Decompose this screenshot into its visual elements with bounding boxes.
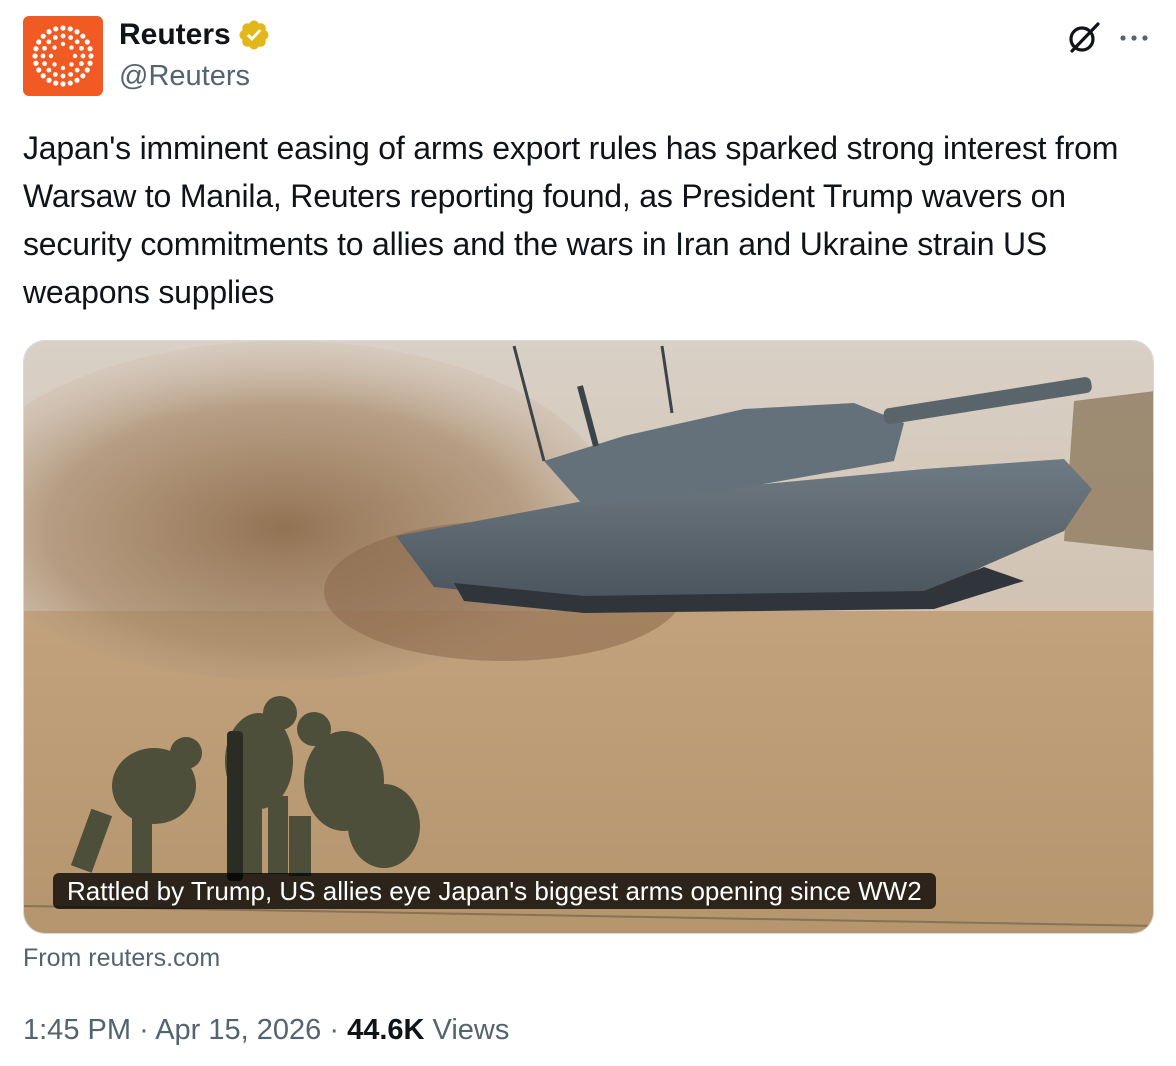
logo-dot [46, 77, 52, 83]
separator: · [329, 1014, 340, 1046]
logo-dot [69, 45, 74, 50]
logo-dot [46, 39, 52, 45]
logo-dot [40, 33, 46, 39]
link-card[interactable]: Rattled by Trump, US allies eye Japan's … [23, 340, 1154, 934]
logo-dot [40, 73, 46, 79]
logo-dot [88, 53, 94, 59]
logo-dot [40, 53, 46, 59]
logo-dot [60, 81, 66, 87]
tweet-text: Japan's imminent easing of arms export r… [23, 130, 1119, 310]
logo-dot [32, 53, 38, 59]
logo-dot [60, 33, 66, 39]
logo-dot [84, 67, 90, 73]
more-dots-icon[interactable] [1114, 20, 1154, 54]
logo-dot [60, 65, 66, 71]
logo-dot [36, 67, 42, 73]
logo-dot [74, 39, 80, 45]
logo-dot [84, 39, 90, 45]
card-image [24, 341, 1153, 933]
logo-dot [42, 61, 47, 67]
logo-dot [52, 62, 57, 67]
avatar[interactable] [23, 16, 103, 96]
logo-dot [52, 72, 58, 77]
logo-dot [36, 39, 42, 45]
logo-dot [67, 80, 73, 86]
gold-verified-badge-icon[interactable] [237, 18, 271, 52]
logo-dot [68, 35, 74, 40]
logo-dot [67, 26, 73, 32]
tweet-time[interactable]: 1:45 PM [23, 1014, 131, 1046]
logo-dot [80, 73, 86, 79]
logo-dot [33, 46, 39, 52]
logo-dot [74, 77, 80, 83]
logo-dot [87, 60, 93, 66]
logo-dot [74, 67, 80, 73]
logo-dot [79, 61, 84, 67]
grok-icon[interactable] [1064, 18, 1104, 58]
card-title: Rattled by Trump, US allies eye Japan's … [53, 873, 936, 909]
logo-dot [80, 33, 86, 39]
logo-dot [52, 35, 58, 40]
logo-dot [60, 73, 66, 79]
logo-dot [48, 53, 54, 59]
logo-dot [53, 26, 59, 32]
logo-dot [80, 53, 86, 59]
logo-dot [46, 29, 52, 35]
logo-dot [72, 53, 78, 59]
logo-dot [79, 45, 84, 51]
logo-dot [42, 45, 47, 51]
logo-dot [68, 72, 74, 77]
logo-dot [60, 25, 66, 31]
reuters-logo-icon [32, 25, 94, 87]
author-handle[interactable]: @Reuters [119, 58, 250, 94]
card-source[interactable]: From reuters.com [23, 940, 220, 976]
logo-dot [69, 62, 74, 67]
logo-dot [87, 46, 93, 52]
author-name-row: Reuters [119, 16, 271, 54]
logo-dot [74, 29, 80, 35]
logo-dot [46, 67, 52, 73]
views-count: 44.6K [347, 1014, 425, 1046]
tweet-date[interactable]: Apr 15, 2026 [155, 1014, 321, 1046]
tweet-metadata: 1:45 PM · Apr 15, 2026 · 44.6K Views [23, 1010, 509, 1050]
separator: · [139, 1014, 149, 1046]
logo-dot [52, 45, 57, 50]
views-label: Views [432, 1014, 510, 1046]
logo-dot [60, 41, 66, 47]
author-display-name[interactable]: Reuters [119, 16, 231, 54]
logo-dot [53, 80, 59, 86]
logo-dot [33, 60, 39, 66]
